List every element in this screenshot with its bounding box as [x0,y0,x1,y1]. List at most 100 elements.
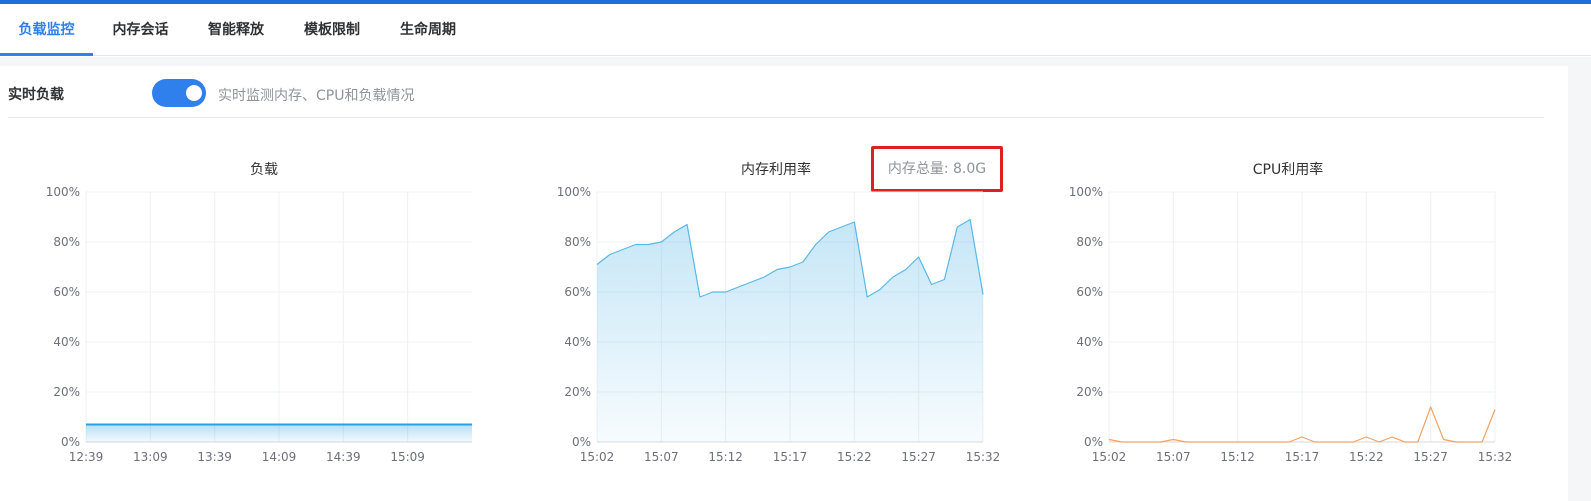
memory-data-point [789,266,791,268]
cpu-y-tick-label: 0% [1084,435,1103,449]
memory-chart-title: 内存利用率 [741,162,811,178]
memory-x-tick-label: 15:07 [644,450,679,464]
load-data-point [278,424,280,426]
tab-bar: 负载监控 内存会话 智能释放 模板限制 生命周期 [0,4,1591,56]
memory-data-point [673,231,675,233]
cpu-data-point [1173,439,1175,441]
cpu-data-point [1250,441,1252,443]
memory-data-point [725,291,727,293]
page-gutter [1568,57,1591,501]
cpu-data-point [1185,441,1187,443]
cpu-data-point [1288,441,1290,443]
cpu-data-point [1198,441,1200,443]
cpu-data-point [1391,436,1393,438]
load-chart: 0% 20% 40% 60% 80% 100% 12:39 13:09 13:39 14:09 14… [46,185,473,464]
load-data-point [85,424,87,426]
cpu-data-point [1263,441,1265,443]
load-data-point [150,424,152,426]
tab-lifecycle[interactable]: 生命周期 [380,4,476,56]
memory-data-point [931,284,933,286]
memory-data-point [661,241,663,243]
cpu-data-point [1443,439,1445,441]
memory-data-point [699,296,701,298]
cpu-data-point [1417,441,1419,443]
cpu-data-point [1481,441,1483,443]
cpu-data-point [1468,441,1470,443]
load-x-tick-label: 14:39 [326,450,361,464]
memory-data-point [622,249,624,251]
memory-data-point [635,244,637,246]
cpu-data-point [1430,406,1432,408]
load-x-tick-label: 13:39 [197,450,232,464]
cpu-data-point [1211,441,1213,443]
memory-y-tick-label: 80% [564,235,591,249]
cpu-data-point [1404,441,1406,443]
memory-y-tick-label: 100% [557,185,591,199]
memory-data-point [712,291,714,293]
memory-data-point [982,294,984,296]
cpu-data-point [1121,441,1123,443]
tab-load-monitor[interactable]: 负载监控 [0,4,93,56]
cpu-x-tick-label: 15:02 [1092,450,1127,464]
tab-smart-release[interactable]: 智能释放 [188,4,284,56]
memory-data-point [686,224,688,226]
cpu-data-point [1147,441,1149,443]
cpu-data-point [1494,409,1496,411]
tab-memory-sessions[interactable]: 内存会话 [93,4,188,56]
memory-data-point [815,244,817,246]
load-y-tick-label: 0% [61,435,80,449]
memory-data-point [866,296,868,298]
memory-x-tick-label: 15:27 [901,450,936,464]
load-x-tick-label: 14:09 [262,450,297,464]
memory-data-point [969,219,971,221]
realtime-toggle[interactable] [152,79,206,107]
load-x-tick-label: 15:09 [390,450,425,464]
memory-data-point [841,226,843,228]
load-x-tick-label: 13:09 [133,450,168,464]
load-y-tick-label: 60% [53,285,80,299]
realtime-description: 实时监测内存、CPU和负载情况 [218,88,415,104]
cpu-x-tick-label: 15:17 [1285,450,1320,464]
cpu-x-tick-label: 15:22 [1349,450,1384,464]
active-tab-indicator [0,53,93,56]
cpu-x-tick-label: 15:27 [1413,450,1448,464]
load-data-point [407,424,409,426]
load-y-tick-label: 20% [53,385,80,399]
memory-data-point [776,269,778,271]
memory-data-point [751,281,753,283]
load-data-point [471,424,473,426]
memory-x-tick-label: 15:32 [966,450,1001,464]
load-y-tick-label: 40% [53,335,80,349]
memory-data-point [892,276,894,278]
load-y-tick-label: 80% [53,235,80,249]
cpu-data-point [1160,441,1162,443]
cpu-y-tick-label: 60% [1076,285,1103,299]
tab-template-limits[interactable]: 模板限制 [284,4,380,56]
cpu-data-point [1378,441,1380,443]
load-series-area [86,424,472,442]
memory-data-point [609,254,611,256]
cpu-data-point [1327,441,1329,443]
cpu-data-point [1224,441,1226,443]
load-y-tick-label: 100% [46,185,80,199]
cpu-data-point [1134,441,1136,443]
memory-x-tick-label: 15:12 [708,450,743,464]
memory-y-tick-label: 60% [564,285,591,299]
memory-y-tick-label: 0% [572,435,591,449]
memory-data-point [648,244,650,246]
cpu-data-point [1353,441,1355,443]
memory-y-tick-label: 20% [564,385,591,399]
memory-y-tick-label: 40% [564,335,591,349]
memory-data-point [738,286,740,288]
memory-x-tick-label: 15:17 [773,450,808,464]
cpu-x-tick-label: 15:07 [1156,450,1191,464]
memory-data-point [763,276,765,278]
memory-data-point [879,289,881,291]
cpu-y-tick-label: 100% [1069,185,1103,199]
cpu-chart-title: CPU利用率 [1252,162,1324,178]
memory-data-point [596,264,598,266]
cpu-data-point [1108,439,1110,441]
cpu-y-tick-label: 40% [1076,335,1103,349]
memory-x-tick-label: 15:22 [837,450,872,464]
memory-data-point [854,221,856,223]
